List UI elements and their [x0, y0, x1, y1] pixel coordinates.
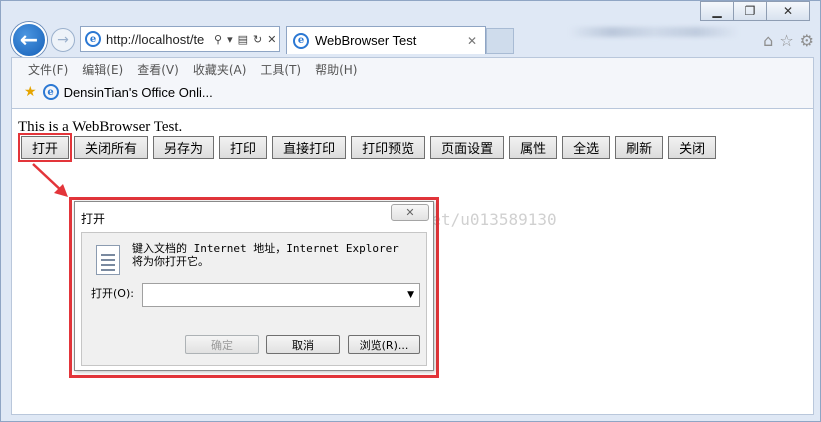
dropdown-icon[interactable]: ▾ — [227, 33, 233, 46]
home-icon[interactable]: ⌂ — [763, 31, 773, 50]
close-window-button[interactable]: ✕ — [766, 1, 810, 21]
address-bar[interactable]: e http://localhost/te ⚲ ▾ ▤ ↻ ✕ — [80, 26, 280, 52]
open-address-combobox[interactable]: ▼ — [142, 283, 420, 307]
dialog-body: 键入文档的 Internet 地址，Internet Explorer 将为你打… — [81, 232, 427, 366]
page-setup-button[interactable]: 页面设置 — [430, 136, 505, 159]
tab-ie-icon: e — [293, 32, 309, 49]
forward-arrow-icon: → — [57, 32, 69, 48]
ok-button[interactable]: 确定 — [185, 335, 259, 354]
back-button[interactable]: ← — [11, 22, 47, 58]
favorites-bar: ★ e DensinTian's Office Onli... — [12, 78, 813, 100]
favorite-link[interactable]: e DensinTian's Office Onli... — [42, 84, 213, 100]
new-tab-button[interactable] — [486, 28, 514, 54]
print-preview-button[interactable]: 打印预览 — [351, 136, 426, 159]
open-dialog: 打开 ✕ 键入文档的 Internet 地址，Internet Explorer… — [74, 201, 434, 371]
tab-title: WebBrowser Test — [315, 33, 417, 48]
menu-edit[interactable]: 编辑(E) — [82, 61, 123, 78]
save-as-button[interactable]: 另存为 — [153, 136, 215, 159]
open-field-label: 打开(O): — [91, 287, 134, 300]
menu-file[interactable]: 文件(F) — [28, 61, 68, 78]
menu-favorites[interactable]: 收藏夹(A) — [193, 61, 247, 78]
minimize-button[interactable]: ▁ — [700, 1, 734, 21]
address-url[interactable]: http://localhost/te — [106, 32, 210, 47]
restore-button[interactable]: ❐ — [733, 1, 767, 21]
favorite-ie-icon: e — [42, 84, 59, 100]
page-button-row: 打开 关闭所有 另存为 打印 直接打印 打印预览 页面设置 属性 全选 刷新 关… — [17, 133, 721, 162]
forward-button[interactable]: → — [51, 28, 75, 52]
nav-buttons: ← → — [11, 22, 75, 58]
favorite-label: DensinTian's Office Onli... — [63, 84, 213, 100]
dialog-close-button[interactable]: ✕ — [391, 204, 429, 221]
tab-close-icon[interactable]: ✕ — [467, 34, 477, 48]
browser-command-icons: ⌂ ☆ ⚙ — [763, 31, 814, 50]
back-arrow-icon: ← — [19, 27, 39, 53]
document-icon — [96, 245, 120, 275]
window-controls: ▁ ❐ ✕ — [700, 1, 810, 21]
close-all-button[interactable]: 关闭所有 — [74, 136, 149, 159]
dialog-title: 打开 — [81, 212, 106, 226]
compat-view-icon[interactable]: ▤ — [238, 33, 248, 46]
properties-button[interactable]: 属性 — [509, 136, 558, 159]
refresh-button[interactable]: 刷新 — [615, 136, 664, 159]
close-icon: ✕ — [405, 206, 415, 219]
favorites-star-icon[interactable]: ☆ — [779, 31, 793, 50]
ie-page-icon: e — [85, 31, 101, 47]
menu-view[interactable]: 查看(V) — [137, 61, 179, 78]
menu-tools[interactable]: 工具(T) — [260, 61, 301, 78]
menu-help[interactable]: 帮助(H) — [315, 61, 357, 78]
cancel-button[interactable]: 取消 — [266, 335, 340, 354]
browse-button[interactable]: 浏览(R)... — [348, 335, 420, 354]
tab-webbrowser-test[interactable]: e WebBrowser Test ✕ — [286, 26, 486, 54]
toolbars: 文件(F) 编辑(E) 查看(V) 收藏夹(A) 工具(T) 帮助(H) ★ e… — [11, 57, 814, 109]
dialog-message: 键入文档的 Internet 地址，Internet Explorer 将为你打… — [132, 242, 399, 268]
add-favorites-star-icon[interactable]: ★ — [24, 84, 37, 100]
gear-icon[interactable]: ⚙ — [800, 31, 814, 50]
search-icon[interactable]: ⚲ — [214, 33, 222, 46]
close-button[interactable]: 关闭 — [668, 136, 717, 159]
direct-print-button[interactable]: 直接打印 — [272, 136, 347, 159]
blurred-region — [569, 27, 739, 37]
open-button[interactable]: 打开 — [17, 133, 73, 162]
address-actions: ⚲ ▾ ▤ ↻ ✕ — [214, 33, 276, 46]
page-text: This is a WebBrowser Test. — [18, 119, 183, 135]
stop-icon[interactable]: ✕ — [267, 33, 276, 46]
print-button[interactable]: 打印 — [219, 136, 268, 159]
menu-bar: 文件(F) 编辑(E) 查看(V) 收藏夹(A) 工具(T) 帮助(H) — [12, 58, 813, 78]
select-all-button[interactable]: 全选 — [562, 136, 611, 159]
refresh-icon[interactable]: ↻ — [253, 33, 262, 46]
chevron-down-icon[interactable]: ▼ — [407, 290, 414, 300]
